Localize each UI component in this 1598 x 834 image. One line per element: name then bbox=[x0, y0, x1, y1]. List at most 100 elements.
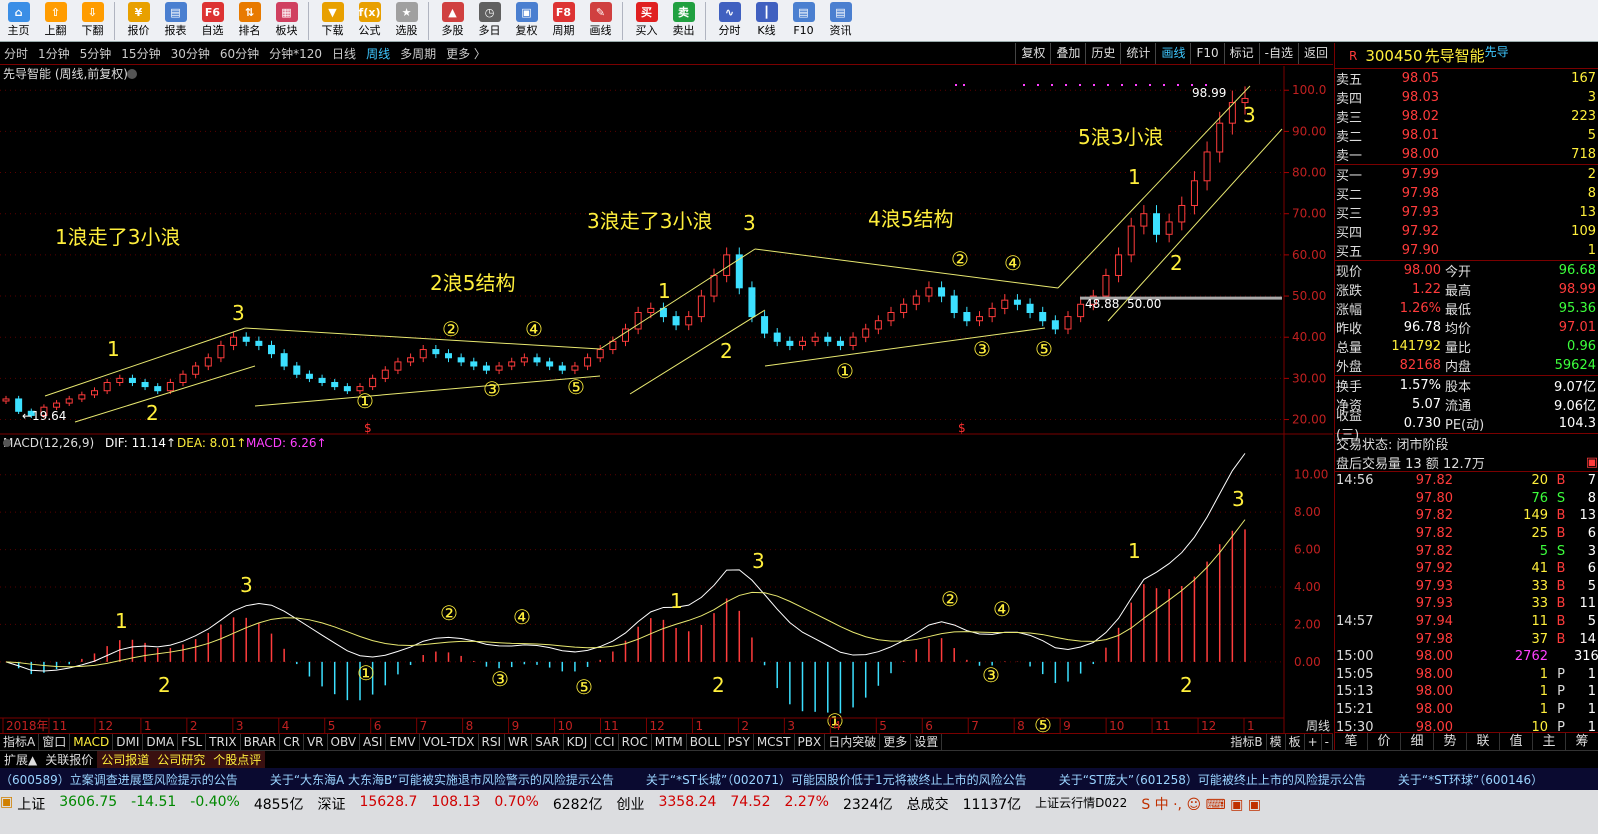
toolbar-f6-button[interactable]: F6 自选 bbox=[194, 0, 231, 42]
news-item[interactable]: 关于“ST庞大”（601258）可能被终止上市的风险提示公告 bbox=[1059, 771, 1366, 788]
indicator-right-tab[interactable]: - bbox=[1322, 733, 1333, 751]
period-tab[interactable]: 1分钟 bbox=[38, 45, 70, 62]
chart-tool-button[interactable]: 标记 bbox=[1223, 43, 1259, 64]
indicator-tab[interactable]: ASI bbox=[360, 733, 387, 751]
toolbar-multi-stock-button[interactable]: ▲ 多股 bbox=[434, 0, 471, 42]
period-tab[interactable]: 60分钟 bbox=[220, 45, 259, 62]
period-tab[interactable]: 分钟*120 bbox=[269, 45, 322, 62]
toolbar-sell-button[interactable]: 卖卖出 bbox=[665, 0, 702, 42]
expand-icon[interactable]: ▣ bbox=[1586, 455, 1598, 470]
indicator-tab[interactable]: MACD bbox=[70, 733, 114, 751]
news-item[interactable]: （600589）立案调查进展暨风险提示的公告 bbox=[0, 771, 238, 788]
info-tab[interactable]: 公司研究 bbox=[153, 750, 210, 768]
indicator-tab[interactable]: 设置 bbox=[911, 733, 943, 751]
news-item[interactable]: 关于“大东海A 大东海B”可能被实施退市风险警示的风险提示公告 bbox=[270, 771, 614, 788]
news-item[interactable]: 关于“*ST长城”（002071）可能因股价低于1元将被终止上市的风险公告 bbox=[646, 771, 1027, 788]
chart-tool-button[interactable]: -自选 bbox=[1258, 43, 1298, 64]
chart-tool-button[interactable]: 历史 bbox=[1085, 43, 1120, 64]
chart-tool-button[interactable]: F10 bbox=[1190, 43, 1223, 64]
macd-dropdown-icon[interactable] bbox=[3, 439, 11, 447]
period-tab[interactable]: 更多 〉 bbox=[446, 45, 486, 62]
indicator-tab[interactable]: MTM bbox=[652, 733, 687, 751]
toolbar-kline-button[interactable]: ┃ K线 bbox=[748, 0, 785, 42]
chart-tool-button[interactable]: 复权 bbox=[1015, 43, 1050, 64]
toolbar-yen-button[interactable]: ¥ 报价 bbox=[120, 0, 157, 42]
chart-tool-button[interactable]: 画线 bbox=[1155, 43, 1190, 64]
period-tab[interactable]: 日线 bbox=[332, 45, 356, 62]
toolbar-formula-button[interactable]: f(x) 公式 bbox=[351, 0, 388, 42]
toolbar-f8-button[interactable]: F8 周期 bbox=[545, 0, 582, 42]
indicator-tab[interactable]: 日内突破 bbox=[825, 733, 881, 751]
toolbar-ranking-button[interactable]: ⇅ 排名 bbox=[231, 0, 268, 42]
info-tab[interactable]: 关联报价 bbox=[41, 751, 97, 768]
right-tab[interactable]: 笔 bbox=[1335, 733, 1368, 750]
info-tab[interactable]: 扩展▲ bbox=[0, 751, 41, 768]
period-tab[interactable]: 15分钟 bbox=[121, 45, 160, 62]
toolbar-draw-line-button[interactable]: ✎ 画线 bbox=[582, 0, 619, 42]
right-tab[interactable]: 联 bbox=[1467, 733, 1500, 750]
indicator-tab[interactable]: 更多 bbox=[880, 733, 912, 751]
indicator-tab[interactable]: VOL-TDX bbox=[420, 733, 479, 751]
indicator-tab[interactable]: VR bbox=[304, 733, 328, 751]
period-tab[interactable]: 分时 bbox=[4, 45, 28, 62]
toolbar-sector-button[interactable]: ▦ 板块 bbox=[268, 0, 305, 42]
toolbar-multi-day-button[interactable]: ◷ 多日 bbox=[471, 0, 508, 42]
right-tab[interactable]: 主 bbox=[1533, 733, 1566, 750]
indicator-tab[interactable]: 指标A bbox=[0, 733, 40, 751]
chart-tool-button[interactable]: 统计 bbox=[1120, 43, 1155, 64]
indicator-tab[interactable]: 窗口 bbox=[39, 733, 71, 751]
toolbar-news-button[interactable]: ▤ 资讯 bbox=[822, 0, 859, 42]
toolbar-arrow-down-button[interactable]: ⇩ 下翻 bbox=[74, 0, 111, 42]
indicator-tab[interactable]: SAR bbox=[532, 733, 564, 751]
chart-tool-button[interactable]: 返回 bbox=[1297, 43, 1333, 64]
indicator-tab[interactable]: CR bbox=[280, 733, 304, 751]
index-name[interactable]: 创业 bbox=[616, 794, 644, 814]
chart-area[interactable]: 100.0 90.00 80.00 70.00 60.00 50.00 40.00 30.00… bbox=[0, 66, 1333, 734]
indicator-tab[interactable]: PBX bbox=[795, 733, 826, 751]
toolbar-f10-button[interactable]: ▤ F10 bbox=[785, 0, 822, 42]
indicator-tab[interactable]: DMA bbox=[143, 733, 179, 751]
toolbar-buy-button[interactable]: 买买入 bbox=[628, 0, 665, 42]
kline-chart[interactable]: 100.090.0080.0070.0060.0050.0040.0030.00… bbox=[0, 66, 1333, 734]
news-ticker[interactable]: （600589）立案调查进展暨风险提示的公告 关于“大东海A 大东海B”可能被实施… bbox=[0, 768, 1598, 790]
right-tab[interactable]: 价 bbox=[1368, 733, 1401, 750]
toolbar-stock-pick-button[interactable]: ★ 选股 bbox=[388, 0, 425, 42]
indicator-tab[interactable]: RSI bbox=[479, 733, 506, 751]
indicator-right-tab[interactable]: 板 bbox=[1286, 733, 1305, 751]
indicator-tab[interactable]: FSL bbox=[178, 733, 207, 751]
toolbar-home-button[interactable]: ⌂ 主页 bbox=[0, 0, 37, 42]
toolbar-download-button[interactable]: ▼ 下载 bbox=[314, 0, 351, 42]
right-tab[interactable]: 值 bbox=[1500, 733, 1533, 750]
period-tab[interactable]: 周线 bbox=[366, 45, 390, 62]
right-tab[interactable]: 筹 bbox=[1566, 733, 1598, 750]
toolbar-arrow-up-button[interactable]: ⇧ 上翻 bbox=[37, 0, 74, 42]
ime-tray-icon[interactable]: S 中 ·, ☺ ⌨ ▣ ▣ bbox=[1141, 794, 1261, 814]
index-name[interactable]: 上证 bbox=[17, 794, 45, 814]
chart-tool-button[interactable]: 叠加 bbox=[1050, 43, 1085, 64]
indicator-tab[interactable]: TRIX bbox=[206, 733, 241, 751]
indicator-tab[interactable]: CCI bbox=[591, 733, 619, 751]
info-tab[interactable]: 公司报道 bbox=[97, 750, 154, 768]
period-tab[interactable]: 30分钟 bbox=[171, 45, 210, 62]
period-tab[interactable]: 5分钟 bbox=[80, 45, 112, 62]
indicator-tab[interactable]: ROC bbox=[619, 733, 652, 751]
indicator-tab[interactable]: BRAR bbox=[241, 733, 281, 751]
indicator-tab[interactable]: EMV bbox=[386, 733, 420, 751]
indicator-tab[interactable]: BOLL bbox=[687, 733, 725, 751]
indicator-right-tab[interactable]: 模 bbox=[1267, 733, 1286, 751]
indicator-tab[interactable]: MCST bbox=[754, 733, 795, 751]
info-tab[interactable]: 个股点评 bbox=[209, 750, 266, 768]
toolbar-adjust-button[interactable]: ▣ 复权 bbox=[508, 0, 545, 42]
indicator-right-tab[interactable]: 指标B bbox=[1227, 733, 1267, 751]
index-name[interactable]: 深证 bbox=[317, 794, 345, 814]
toolbar-intraday-button[interactable]: ∿ 分时 bbox=[711, 0, 748, 42]
right-tab[interactable]: 细 bbox=[1401, 733, 1434, 750]
indicator-tab[interactable]: OBV bbox=[328, 733, 361, 751]
indicator-right-tab[interactable]: + bbox=[1305, 733, 1322, 751]
toolbar-report-button[interactable]: ▤ 报表 bbox=[157, 0, 194, 42]
news-item[interactable]: 关于“*ST环球”（600146） bbox=[1398, 771, 1543, 788]
right-tab[interactable]: 势 bbox=[1434, 733, 1467, 750]
indicator-tab[interactable]: WR bbox=[505, 733, 533, 751]
indicator-tab[interactable]: PSY bbox=[725, 733, 754, 751]
title-dropdown-icon[interactable] bbox=[127, 69, 137, 79]
